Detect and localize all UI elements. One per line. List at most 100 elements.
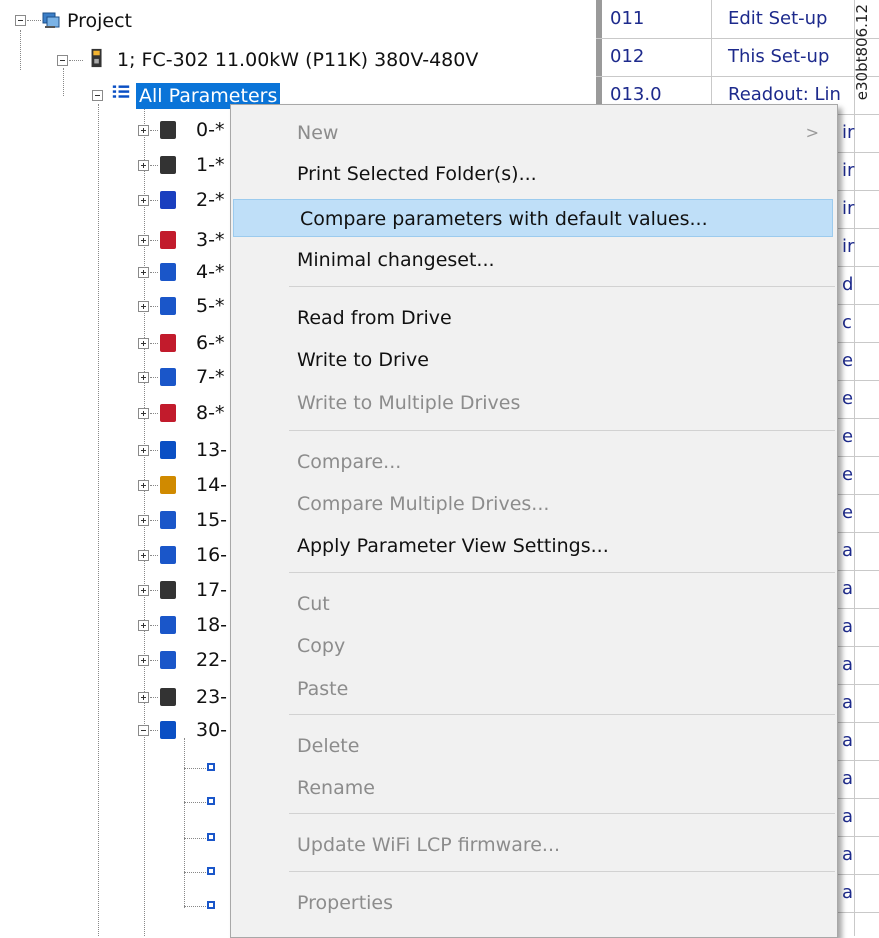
- parameter-name-fragment: a: [842, 616, 854, 637]
- menu-item-copy[interactable]: Copy: [231, 627, 835, 665]
- tree-node-group[interactable]: 0-*: [196, 117, 224, 143]
- menu-item-minimal-changeset[interactable]: Minimal changeset...: [231, 241, 835, 279]
- info-icon: [160, 511, 176, 529]
- tree-node-drive[interactable]: 1; FC-302 11.00kW (P11K) 380V-480V: [117, 47, 478, 73]
- leaf-parameter-icon[interactable]: [207, 867, 215, 875]
- menu-item-label: Compare parameters with default values..…: [300, 208, 708, 230]
- tree-connector: [150, 590, 158, 591]
- expand-toggle[interactable]: [138, 480, 149, 491]
- tree-node-group[interactable]: 2-*: [196, 187, 224, 213]
- tree-node-group[interactable]: 8-*: [196, 400, 224, 426]
- menu-item-compare-multiple-drives[interactable]: Compare Multiple Drives...: [231, 485, 835, 523]
- parameter-name-fragment: e: [842, 350, 854, 371]
- expand-toggle[interactable]: [138, 692, 149, 703]
- tree-node-group[interactable]: 18-: [196, 612, 227, 638]
- parameter-name-fragment: e: [842, 426, 854, 447]
- menu-item-label: Apply Parameter View Settings...: [297, 535, 609, 557]
- tree-node-group[interactable]: 1-*: [196, 152, 224, 178]
- list-icon: [160, 721, 176, 739]
- expand-toggle[interactable]: [138, 585, 149, 596]
- expand-toggle[interactable]: [138, 655, 149, 666]
- menu-item-label: Rename: [297, 777, 375, 799]
- menu-item-compare[interactable]: Compare...: [231, 443, 835, 481]
- tree-connector: [150, 240, 158, 241]
- menu-item-label: New: [297, 122, 339, 144]
- tree-node-group[interactable]: 5-*: [196, 293, 224, 319]
- expand-toggle[interactable]: [138, 160, 149, 171]
- expand-toggle[interactable]: [138, 125, 149, 136]
- leaf-parameter-icon[interactable]: [207, 797, 215, 805]
- menu-item-write-to-multiple-drives[interactable]: Write to Multiple Drives: [231, 384, 835, 422]
- menu-item-print-selected-folder-s[interactable]: Print Selected Folder(s)...: [231, 155, 835, 193]
- menu-item-cut[interactable]: Cut: [231, 585, 835, 623]
- analog-readout-icon: [160, 581, 176, 599]
- parameter-name-fragment: ir: [842, 198, 855, 219]
- tree-node-group[interactable]: 3-*: [196, 227, 224, 253]
- collapse-toggle[interactable]: [15, 15, 26, 26]
- tree-node-project[interactable]: Project: [67, 8, 132, 34]
- tree-connector: [150, 200, 158, 201]
- tree-node-group[interactable]: 16-: [196, 542, 227, 568]
- parameter-name-fragment: a: [842, 882, 854, 903]
- menu-item-update-wifi-lcp-firmware[interactable]: Update WiFi LCP firmware...: [231, 826, 835, 864]
- expand-toggle[interactable]: [138, 267, 149, 278]
- menu-item-compare-parameters-with-default-values[interactable]: Compare parameters with default values..…: [233, 199, 833, 237]
- collapse-toggle[interactable]: [138, 725, 149, 736]
- menu-item-write-to-drive[interactable]: Write to Drive: [231, 341, 835, 379]
- parameter-name-fragment: a: [842, 692, 854, 713]
- tree-node-group[interactable]: 4-*: [196, 259, 224, 285]
- table-row[interactable]: 011 Edit Set-up: [596, 0, 879, 39]
- parameter-name: Edit Set-up: [728, 8, 828, 29]
- menu-item-read-from-drive[interactable]: Read from Drive: [231, 299, 835, 337]
- expand-toggle[interactable]: [138, 515, 149, 526]
- parameter-id: 013.0: [610, 84, 662, 105]
- menu-item-label: Write to Multiple Drives: [297, 392, 521, 414]
- menu-item-label: Compare...: [297, 451, 402, 473]
- expand-toggle[interactable]: [138, 372, 149, 383]
- tree-connector: [150, 413, 158, 414]
- tree-node-group[interactable]: 6-*: [196, 330, 224, 356]
- menu-item-delete[interactable]: Delete: [231, 727, 835, 765]
- menu-item-new[interactable]: New >: [231, 114, 835, 152]
- leaf-parameter-icon[interactable]: [207, 833, 215, 841]
- menu-separator: [289, 714, 835, 715]
- collapse-toggle[interactable]: [57, 55, 68, 66]
- tree-connector: [150, 130, 158, 131]
- leaf-parameter-icon[interactable]: [207, 901, 215, 909]
- parameter-name-fragment: a: [842, 730, 854, 751]
- warning-icon: [160, 476, 176, 494]
- parameter-name-fragment: c: [842, 312, 852, 333]
- expand-toggle[interactable]: [138, 195, 149, 206]
- menu-item-apply-parameter-view-settings[interactable]: Apply Parameter View Settings...: [231, 527, 835, 565]
- collapse-toggle[interactable]: [92, 90, 103, 101]
- leaf-parameter-icon[interactable]: [207, 763, 215, 771]
- menu-item-properties[interactable]: Properties: [231, 884, 835, 922]
- parameter-name: This Set-up: [728, 46, 830, 67]
- expand-toggle[interactable]: [138, 408, 149, 419]
- tree-node-group[interactable]: 23-: [196, 684, 227, 710]
- tree-node-group[interactable]: 14-: [196, 472, 227, 498]
- expand-toggle[interactable]: [138, 338, 149, 349]
- tree-connector: [150, 697, 158, 698]
- expand-toggle[interactable]: [138, 620, 149, 631]
- expand-toggle[interactable]: [138, 550, 149, 561]
- expand-toggle[interactable]: [138, 445, 149, 456]
- tree-node-group[interactable]: 17-: [196, 577, 227, 603]
- expand-toggle[interactable]: [138, 235, 149, 246]
- chevron-right-icon: >: [805, 123, 819, 142]
- tree-node-group[interactable]: 30-: [196, 717, 227, 743]
- parameter-name-fragment: a: [842, 844, 854, 865]
- encoder-icon: [160, 191, 176, 209]
- menu-item-label: Write to Drive: [297, 349, 429, 371]
- drive-segment-icon: [160, 121, 176, 139]
- tree-node-group[interactable]: 22-: [196, 647, 227, 673]
- table-row[interactable]: 012 This Set-up: [596, 38, 879, 77]
- menu-item-rename[interactable]: Rename: [231, 769, 835, 807]
- tree-connector: [150, 450, 158, 451]
- tree-node-group[interactable]: 7-*: [196, 364, 224, 390]
- expand-toggle[interactable]: [138, 301, 149, 312]
- tree-node-group[interactable]: 13-: [196, 437, 227, 463]
- tree-connector: [69, 60, 83, 61]
- menu-item-paste[interactable]: Paste: [231, 670, 835, 708]
- tree-node-group[interactable]: 15-: [196, 507, 227, 533]
